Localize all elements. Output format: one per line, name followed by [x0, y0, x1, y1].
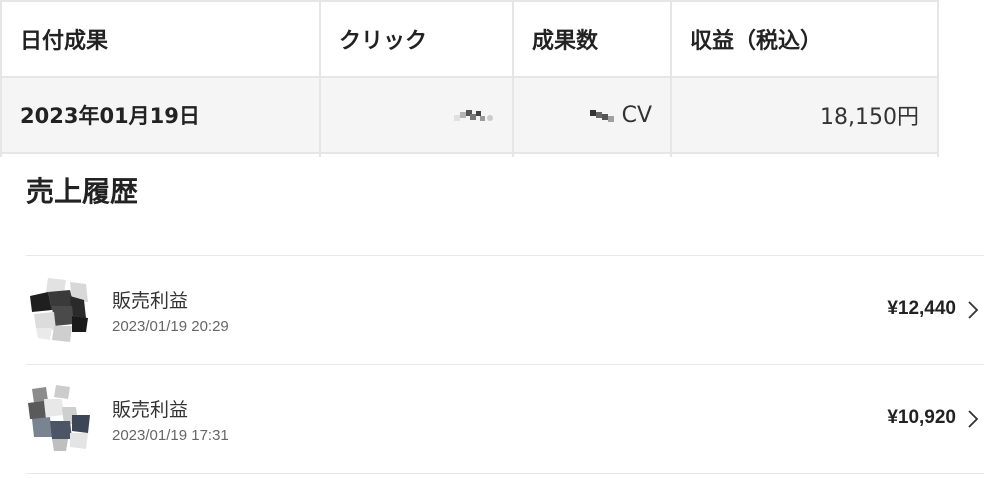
pixelated-mask-icon	[589, 110, 614, 123]
history-item-timestamp: 2023/01/19 17:31	[112, 427, 229, 444]
header-clicks: クリック	[319, 0, 514, 78]
pixelated-mask-icon	[454, 109, 493, 121]
table-header-row: 日付成果 クリック 成果数 収益（税込）	[0, 0, 939, 78]
row-revenue: 18,150円	[670, 76, 939, 154]
row-conversions: CV	[512, 76, 672, 154]
partial-cell	[319, 152, 514, 157]
chevron-right-icon	[968, 301, 979, 319]
table-row-partial	[0, 152, 939, 157]
pixelated-avatar-icon	[30, 278, 88, 342]
chevron-right-icon	[968, 410, 979, 428]
partial-cell	[670, 152, 939, 157]
sales-history-list: 販売利益 2023/01/19 20:29 ¥12,440 販売利益 2023/…	[26, 255, 984, 474]
sales-history-title: 売上履歴	[26, 175, 139, 208]
row-date: 2023年01月19日	[0, 76, 321, 154]
row-clicks	[319, 76, 514, 154]
header-revenue: 収益（税込）	[670, 0, 939, 78]
results-summary-table: 日付成果 クリック 成果数 収益（税込） 2023年01月19日 CV 18,1…	[0, 0, 939, 157]
history-item-label: 販売利益	[112, 290, 189, 312]
table-row: 2023年01月19日 CV 18,150円	[0, 76, 939, 154]
list-item[interactable]: 販売利益 2023/01/19 17:31 ¥10,920	[26, 365, 984, 474]
history-item-timestamp: 2023/01/19 20:29	[112, 318, 229, 335]
partial-cell	[0, 152, 321, 157]
pixelated-avatar-icon	[28, 385, 90, 451]
header-conversions: 成果数	[512, 0, 672, 78]
history-item-label: 販売利益	[112, 399, 189, 421]
list-item[interactable]: 販売利益 2023/01/19 20:29 ¥12,440	[26, 256, 984, 365]
history-item-amount: ¥10,920	[887, 407, 956, 428]
partial-cell	[512, 152, 672, 157]
conversions-unit: CV	[621, 102, 652, 128]
header-date-results: 日付成果	[0, 0, 321, 78]
history-item-amount: ¥12,440	[887, 298, 956, 319]
